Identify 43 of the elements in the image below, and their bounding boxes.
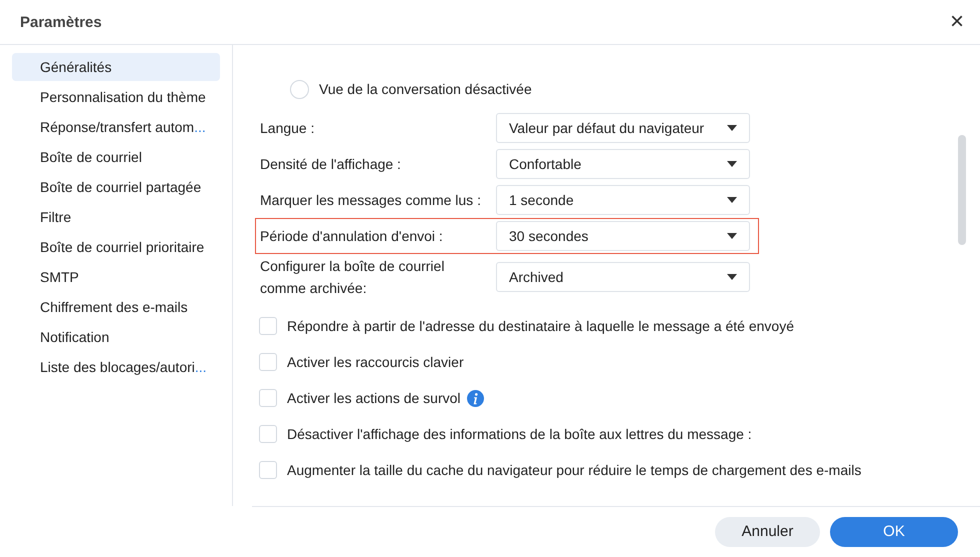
sidebar-item[interactable]: Liste des blocages/autori... [12, 353, 220, 381]
sidebar-item[interactable]: Personnalisation du thème [12, 83, 220, 111]
field-label: Marquer les messages comme lus : [260, 191, 482, 210]
checkbox[interactable] [259, 317, 277, 335]
option-label: Augmenter la taille du cache du navigateur pour réduire le temps de chargement des e-mails [287, 462, 862, 478]
sidebar-item[interactable]: Réponse/transfert autom... [12, 113, 220, 141]
dropdown[interactable]: Confortable [496, 149, 750, 179]
sidebar-item[interactable]: Boîte de courriel partagée [12, 173, 220, 201]
caret-icon [727, 197, 737, 203]
info-icon[interactable] [466, 390, 484, 406]
checkbox[interactable] [259, 389, 277, 407]
option-label: Désactiver l'affichage des informations de la boîte aux lettres du message : [287, 426, 752, 442]
sidebar-item[interactable]: Boîte de courriel prioritaire [12, 233, 220, 261]
sidebar-item[interactable]: Filtre [12, 203, 220, 231]
ok-button[interactable]: OK [830, 517, 958, 547]
dropdown[interactable]: 1 seconde [496, 185, 750, 215]
caret-icon [727, 233, 737, 239]
checkbox[interactable] [259, 353, 277, 371]
option-label: Répondre à partir de l'adresse du destinataire à laquelle le message a été envoyé [287, 318, 794, 334]
checkbox[interactable] [259, 425, 277, 443]
sidebar-item[interactable]: Généralités [12, 53, 220, 81]
sidebar-item[interactable]: Boîte de courriel [12, 143, 220, 171]
field-label: Configurer la boîte de courriel comme archivée: [260, 257, 446, 298]
radio-button[interactable] [290, 80, 309, 98]
caret-icon [727, 161, 737, 167]
sidebar-item[interactable]: Notification [12, 323, 220, 351]
field-label: Densité de l'affichage : [260, 155, 402, 174]
dropdown[interactable]: Valeur par défaut du navigateur [496, 113, 750, 143]
option-label: Activer les raccourcis clavier [287, 354, 464, 370]
option-label: Activer les actions de survol [287, 390, 461, 406]
sidebar-item[interactable]: SMTP [12, 263, 220, 291]
scrollbar[interactable] [958, 135, 966, 245]
field-label: Langue : [260, 119, 316, 138]
checkbox[interactable] [259, 461, 277, 479]
dropdown[interactable]: 30 secondes [496, 221, 750, 251]
caret-icon [727, 274, 737, 280]
field-label: Période d'annulation d'envoi : [260, 227, 444, 246]
window-title: Paramètres [20, 14, 102, 30]
dropdown[interactable]: Archived [496, 262, 750, 292]
sidebar-item[interactable]: Chiffrement des e-mails [12, 293, 220, 321]
caret-icon [727, 125, 737, 131]
cancel-button[interactable]: Annuler [715, 517, 820, 547]
radio-label: Vue de la conversation désactivée [319, 81, 532, 97]
